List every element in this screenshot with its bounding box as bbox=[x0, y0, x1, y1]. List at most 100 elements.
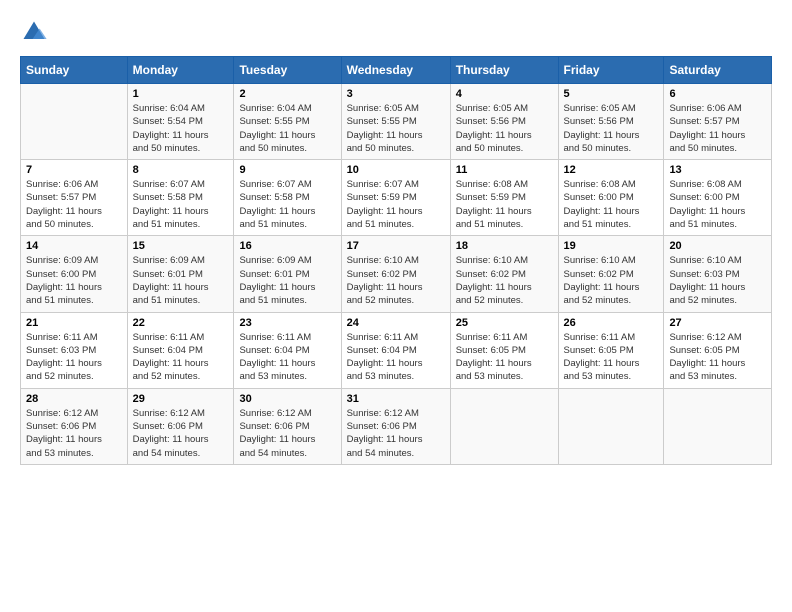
calendar-cell: 31 Sunrise: 6:12 AM Sunset: 6:06 PM Dayli… bbox=[341, 388, 450, 464]
calendar-cell: 8 Sunrise: 6:07 AM Sunset: 5:58 PM Daylig… bbox=[127, 160, 234, 236]
day-info: Sunrise: 6:04 AM Sunset: 5:55 PM Dayligh… bbox=[239, 102, 335, 155]
calendar-cell bbox=[450, 388, 558, 464]
day-number: 13 bbox=[669, 164, 766, 176]
day-number: 7 bbox=[26, 164, 122, 176]
day-info: Sunrise: 6:07 AM Sunset: 5:58 PM Dayligh… bbox=[133, 178, 229, 231]
calendar-cell: 10Sunrise: 6:07 AM Sunset: 5:59 PM Dayli… bbox=[341, 160, 450, 236]
day-number: 22 bbox=[133, 317, 229, 329]
day-number: 8 bbox=[133, 164, 229, 176]
calendar-cell: 20 Sunrise: 6:10 AM Sunset: 6:03 PM Dayli… bbox=[664, 236, 772, 312]
day-number: 30 bbox=[239, 393, 335, 405]
day-number: 5 bbox=[564, 88, 659, 100]
week-row-4: 28 Sunrise: 6:12 AM Sunset: 6:06 PM Dayli… bbox=[21, 388, 772, 464]
day-number: 4 bbox=[456, 88, 553, 100]
calendar-cell: 2Sunrise: 6:04 AM Sunset: 5:55 PM Daylig… bbox=[234, 84, 341, 160]
calendar-cell: 1 Sunrise: 6:04 AM Sunset: 5:54 PM Daylig… bbox=[127, 84, 234, 160]
day-number: 11 bbox=[456, 164, 553, 176]
day-info: Sunrise: 6:11 AM Sunset: 6:04 PM Dayligh… bbox=[239, 331, 335, 384]
calendar-cell: 9 Sunrise: 6:07 AM Sunset: 5:58 PM Daylig… bbox=[234, 160, 341, 236]
day-info: Sunrise: 6:11 AM Sunset: 6:05 PM Dayligh… bbox=[564, 331, 659, 384]
day-info: Sunrise: 6:12 AM Sunset: 6:05 PM Dayligh… bbox=[669, 331, 766, 384]
day-info: Sunrise: 6:08 AM Sunset: 6:00 PM Dayligh… bbox=[669, 178, 766, 231]
calendar-cell bbox=[558, 388, 664, 464]
calendar-cell: 17 Sunrise: 6:10 AM Sunset: 6:02 PM Dayli… bbox=[341, 236, 450, 312]
day-number: 6 bbox=[669, 88, 766, 100]
day-number: 28 bbox=[26, 393, 122, 405]
day-info: Sunrise: 6:05 AM Sunset: 5:56 PM Dayligh… bbox=[456, 102, 553, 155]
header-cell-thursday: Thursday bbox=[450, 57, 558, 84]
header bbox=[20, 18, 772, 46]
header-cell-friday: Friday bbox=[558, 57, 664, 84]
day-info: Sunrise: 6:09 AM Sunset: 6:00 PM Dayligh… bbox=[26, 254, 122, 307]
day-info: Sunrise: 6:08 AM Sunset: 5:59 PM Dayligh… bbox=[456, 178, 553, 231]
week-row-3: 21 Sunrise: 6:11 AM Sunset: 6:03 PM Dayli… bbox=[21, 312, 772, 388]
day-number: 14 bbox=[26, 240, 122, 252]
day-info: Sunrise: 6:12 AM Sunset: 6:06 PM Dayligh… bbox=[239, 407, 335, 460]
calendar-cell: 22 Sunrise: 6:11 AM Sunset: 6:04 PM Dayli… bbox=[127, 312, 234, 388]
day-number: 1 bbox=[133, 88, 229, 100]
day-number: 18 bbox=[456, 240, 553, 252]
week-row-1: 7 Sunrise: 6:06 AM Sunset: 5:57 PM Daylig… bbox=[21, 160, 772, 236]
day-info: Sunrise: 6:12 AM Sunset: 6:06 PM Dayligh… bbox=[347, 407, 445, 460]
page: SundayMondayTuesdayWednesdayThursdayFrid… bbox=[0, 0, 792, 475]
day-info: Sunrise: 6:10 AM Sunset: 6:03 PM Dayligh… bbox=[669, 254, 766, 307]
day-info: Sunrise: 6:06 AM Sunset: 5:57 PM Dayligh… bbox=[26, 178, 122, 231]
day-info: Sunrise: 6:09 AM Sunset: 6:01 PM Dayligh… bbox=[239, 254, 335, 307]
day-info: Sunrise: 6:05 AM Sunset: 5:55 PM Dayligh… bbox=[347, 102, 445, 155]
day-number: 31 bbox=[347, 393, 445, 405]
day-info: Sunrise: 6:11 AM Sunset: 6:04 PM Dayligh… bbox=[347, 331, 445, 384]
calendar-body: 1 Sunrise: 6:04 AM Sunset: 5:54 PM Daylig… bbox=[21, 84, 772, 465]
day-number: 10 bbox=[347, 164, 445, 176]
calendar-cell: 3 Sunrise: 6:05 AM Sunset: 5:55 PM Daylig… bbox=[341, 84, 450, 160]
day-info: Sunrise: 6:04 AM Sunset: 5:54 PM Dayligh… bbox=[133, 102, 229, 155]
calendar-cell: 23Sunrise: 6:11 AM Sunset: 6:04 PM Dayli… bbox=[234, 312, 341, 388]
calendar-cell: 11 Sunrise: 6:08 AM Sunset: 5:59 PM Dayli… bbox=[450, 160, 558, 236]
day-info: Sunrise: 6:11 AM Sunset: 6:05 PM Dayligh… bbox=[456, 331, 553, 384]
week-row-2: 14 Sunrise: 6:09 AM Sunset: 6:00 PM Dayli… bbox=[21, 236, 772, 312]
day-number: 29 bbox=[133, 393, 229, 405]
header-row: SundayMondayTuesdayWednesdayThursdayFrid… bbox=[21, 57, 772, 84]
day-number: 25 bbox=[456, 317, 553, 329]
calendar-cell: 19 Sunrise: 6:10 AM Sunset: 6:02 PM Dayli… bbox=[558, 236, 664, 312]
header-cell-saturday: Saturday bbox=[664, 57, 772, 84]
header-cell-wednesday: Wednesday bbox=[341, 57, 450, 84]
day-number: 17 bbox=[347, 240, 445, 252]
calendar-cell: 24Sunrise: 6:11 AM Sunset: 6:04 PM Dayli… bbox=[341, 312, 450, 388]
logo bbox=[20, 18, 52, 46]
day-number: 16 bbox=[239, 240, 335, 252]
calendar-cell: 12 Sunrise: 6:08 AM Sunset: 6:00 PM Dayli… bbox=[558, 160, 664, 236]
calendar-cell: 30 Sunrise: 6:12 AM Sunset: 6:06 PM Dayli… bbox=[234, 388, 341, 464]
day-number: 19 bbox=[564, 240, 659, 252]
calendar-cell: 25 Sunrise: 6:11 AM Sunset: 6:05 PM Dayli… bbox=[450, 312, 558, 388]
header-cell-tuesday: Tuesday bbox=[234, 57, 341, 84]
day-number: 3 bbox=[347, 88, 445, 100]
logo-icon bbox=[20, 18, 48, 46]
day-info: Sunrise: 6:11 AM Sunset: 6:03 PM Dayligh… bbox=[26, 331, 122, 384]
week-row-0: 1 Sunrise: 6:04 AM Sunset: 5:54 PM Daylig… bbox=[21, 84, 772, 160]
day-number: 9 bbox=[239, 164, 335, 176]
day-info: Sunrise: 6:07 AM Sunset: 5:58 PM Dayligh… bbox=[239, 178, 335, 231]
day-info: Sunrise: 6:06 AM Sunset: 5:57 PM Dayligh… bbox=[669, 102, 766, 155]
calendar-cell: 13 Sunrise: 6:08 AM Sunset: 6:00 PM Dayli… bbox=[664, 160, 772, 236]
calendar-cell: 4 Sunrise: 6:05 AM Sunset: 5:56 PM Daylig… bbox=[450, 84, 558, 160]
calendar-cell bbox=[664, 388, 772, 464]
calendar-cell: 18Sunrise: 6:10 AM Sunset: 6:02 PM Dayli… bbox=[450, 236, 558, 312]
day-info: Sunrise: 6:10 AM Sunset: 6:02 PM Dayligh… bbox=[564, 254, 659, 307]
day-number: 21 bbox=[26, 317, 122, 329]
calendar-cell: 16 Sunrise: 6:09 AM Sunset: 6:01 PM Dayli… bbox=[234, 236, 341, 312]
calendar-cell: 29 Sunrise: 6:12 AM Sunset: 6:06 PM Dayli… bbox=[127, 388, 234, 464]
day-info: Sunrise: 6:10 AM Sunset: 6:02 PM Dayligh… bbox=[347, 254, 445, 307]
calendar-cell: 27Sunrise: 6:12 AM Sunset: 6:05 PM Dayli… bbox=[664, 312, 772, 388]
day-number: 12 bbox=[564, 164, 659, 176]
day-info: Sunrise: 6:11 AM Sunset: 6:04 PM Dayligh… bbox=[133, 331, 229, 384]
calendar-cell: 7 Sunrise: 6:06 AM Sunset: 5:57 PM Daylig… bbox=[21, 160, 128, 236]
calendar-cell: 26 Sunrise: 6:11 AM Sunset: 6:05 PM Dayli… bbox=[558, 312, 664, 388]
calendar-header: SundayMondayTuesdayWednesdayThursdayFrid… bbox=[21, 57, 772, 84]
calendar-cell: 28Sunrise: 6:12 AM Sunset: 6:06 PM Dayli… bbox=[21, 388, 128, 464]
day-number: 26 bbox=[564, 317, 659, 329]
calendar-cell: 5Sunrise: 6:05 AM Sunset: 5:56 PM Daylig… bbox=[558, 84, 664, 160]
day-info: Sunrise: 6:12 AM Sunset: 6:06 PM Dayligh… bbox=[133, 407, 229, 460]
day-info: Sunrise: 6:08 AM Sunset: 6:00 PM Dayligh… bbox=[564, 178, 659, 231]
calendar-cell: 6 Sunrise: 6:06 AM Sunset: 5:57 PM Daylig… bbox=[664, 84, 772, 160]
day-number: 20 bbox=[669, 240, 766, 252]
